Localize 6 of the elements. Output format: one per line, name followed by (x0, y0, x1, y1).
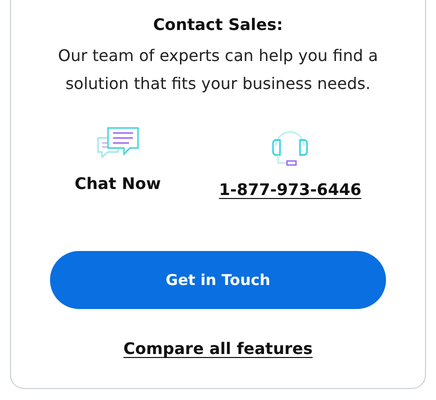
section-title: Contact Sales: (153, 15, 283, 34)
description-text: Our team of experts can help you find a solution that fits your business needs. (56, 45, 380, 95)
chat-link[interactable]: Chat Now (74, 174, 161, 193)
phone-link[interactable]: 1-877-973-6446 (218, 180, 362, 199)
compare-features-link[interactable]: Compare all features (123, 339, 313, 358)
get-in-touch-button[interactable]: Get in Touch (50, 251, 386, 309)
